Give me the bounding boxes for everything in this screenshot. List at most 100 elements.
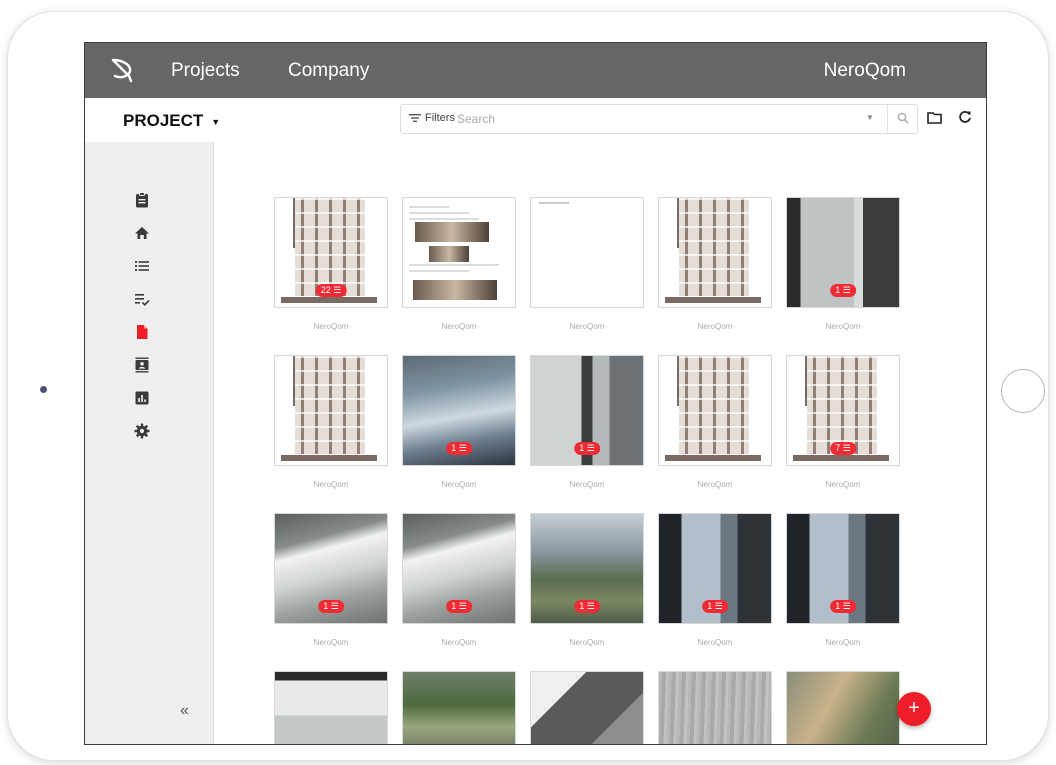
annotation-count-badge: 1 ☰ bbox=[318, 600, 344, 613]
filters-label: Filters bbox=[425, 112, 455, 124]
list-icon: ☰ bbox=[328, 601, 339, 611]
file-card-label: NeroQom bbox=[569, 322, 605, 331]
user-menu[interactable]: NeroQom bbox=[824, 60, 906, 82]
file-card-label: NeroQom bbox=[569, 480, 605, 489]
nav-projects[interactable]: Projects bbox=[171, 60, 240, 82]
file-card[interactable]: 1 ☰ NeroQom bbox=[658, 513, 772, 647]
folder-icon[interactable] bbox=[927, 111, 942, 124]
file-card[interactable]: 1 ☰ NeroQom bbox=[786, 513, 900, 647]
drawing-element bbox=[679, 198, 749, 296]
filter-icon bbox=[409, 114, 421, 122]
doc-photo bbox=[429, 246, 469, 262]
file-card[interactable] bbox=[658, 671, 772, 744]
file-card[interactable]: 1 ☰ NeroQom bbox=[530, 513, 644, 647]
drawing-element bbox=[679, 356, 749, 454]
annotation-count-badge: 22 ☰ bbox=[315, 284, 347, 297]
top-navigation-bar: Projects Company NeroQom bbox=[85, 43, 986, 98]
file-thumbnail bbox=[530, 671, 644, 744]
search-dropdown-caret-icon[interactable]: ▼ bbox=[866, 113, 874, 122]
search-divider bbox=[887, 105, 888, 133]
file-card[interactable]: 1 ☰ NeroQom bbox=[530, 355, 644, 489]
file-thumbnail bbox=[530, 197, 644, 308]
file-card[interactable]: 7 ☰ NeroQom bbox=[786, 355, 900, 489]
file-card-label: NeroQom bbox=[697, 638, 733, 647]
gear-icon[interactable] bbox=[134, 423, 150, 439]
file-grid: 1 ☰ NeroQom 1 ☰ NeroQom 1 ☰ NeroQom 1 ☰ NeroQom… bbox=[214, 142, 986, 744]
file-thumbnail: 7 ☰ bbox=[786, 355, 900, 466]
file-card[interactable]: 22 ☰ NeroQom bbox=[274, 197, 388, 331]
file-thumbnail bbox=[274, 671, 388, 744]
project-dropdown[interactable]: PROJECT ▼ bbox=[123, 111, 220, 131]
file-card-label: NeroQom bbox=[825, 638, 861, 647]
file-card-label: NeroQom bbox=[441, 322, 477, 331]
file-thumbnail bbox=[274, 355, 388, 466]
file-card-label: NeroQom bbox=[313, 638, 349, 647]
list-icon[interactable] bbox=[134, 258, 150, 274]
caret-down-icon: ▼ bbox=[211, 116, 221, 127]
list-icon: ☰ bbox=[840, 601, 851, 611]
file-card[interactable]: 1 ☰ NeroQom bbox=[274, 513, 388, 647]
search-bar: Filters ▼ bbox=[400, 104, 918, 134]
file-thumbnail: 1 ☰ bbox=[530, 355, 644, 466]
list-icon: ☰ bbox=[456, 443, 467, 453]
file-thumbnail: 1 ☰ bbox=[530, 513, 644, 624]
file-thumbnail: 1 ☰ bbox=[402, 513, 516, 624]
file-thumbnail bbox=[402, 197, 516, 308]
project-dropdown-label: PROJECT bbox=[123, 111, 204, 130]
file-card-label: NeroQom bbox=[313, 322, 349, 331]
drawing-element bbox=[665, 297, 761, 303]
sidebar: « bbox=[85, 142, 214, 744]
annotation-count-badge: 1 ☰ bbox=[446, 600, 472, 613]
add-button[interactable]: + bbox=[897, 692, 931, 726]
file-card-label: NeroQom bbox=[825, 480, 861, 489]
list-icon: ☰ bbox=[456, 601, 467, 611]
camera-dot bbox=[40, 386, 47, 393]
contact-card-icon[interactable] bbox=[134, 357, 150, 373]
file-card[interactable]: 1 ☰ NeroQom bbox=[402, 513, 516, 647]
drawing-element bbox=[281, 297, 377, 303]
doc-photo bbox=[413, 280, 497, 300]
file-card[interactable]: NeroQom bbox=[274, 355, 388, 489]
file-thumbnail bbox=[658, 197, 772, 308]
filters-button[interactable]: Filters bbox=[409, 112, 455, 124]
file-card[interactable] bbox=[274, 671, 388, 744]
annotation-count-badge: 7 ☰ bbox=[830, 442, 856, 455]
home-button[interactable] bbox=[1001, 369, 1045, 413]
annotation-count-badge: 1 ☰ bbox=[702, 600, 728, 613]
document-icon[interactable] bbox=[134, 324, 150, 340]
refresh-icon[interactable] bbox=[958, 110, 972, 124]
annotation-count-badge: 1 ☰ bbox=[830, 600, 856, 613]
drawing-element bbox=[807, 356, 877, 454]
doc-line bbox=[409, 206, 449, 208]
file-card[interactable]: NeroQom bbox=[658, 197, 772, 331]
chart-icon[interactable] bbox=[134, 390, 150, 406]
file-thumbnail: 1 ☰ bbox=[658, 513, 772, 624]
annotation-count-badge: 1 ☰ bbox=[574, 600, 600, 613]
app-logo-icon[interactable] bbox=[109, 57, 135, 83]
file-card[interactable] bbox=[530, 671, 644, 744]
file-card-label: NeroQom bbox=[441, 480, 477, 489]
file-thumbnail bbox=[658, 671, 772, 744]
collapse-sidebar-button[interactable]: « bbox=[180, 702, 189, 720]
search-input[interactable] bbox=[457, 110, 847, 128]
file-card[interactable]: NeroQom bbox=[402, 197, 516, 331]
file-thumbnail bbox=[658, 355, 772, 466]
list-icon: ☰ bbox=[840, 443, 851, 453]
file-thumbnail: 22 ☰ bbox=[274, 197, 388, 308]
file-thumbnail: 1 ☰ bbox=[786, 513, 900, 624]
clipboard-icon[interactable] bbox=[134, 192, 150, 208]
file-card[interactable]: 1 ☰ NeroQom bbox=[786, 197, 900, 331]
file-card[interactable]: 1 ☰ NeroQom bbox=[402, 355, 516, 489]
search-icon[interactable] bbox=[897, 112, 909, 124]
file-card[interactable] bbox=[402, 671, 516, 744]
checklist-icon[interactable] bbox=[134, 291, 150, 307]
file-card[interactable]: NeroQom bbox=[530, 197, 644, 331]
file-thumbnail: 1 ☰ bbox=[402, 355, 516, 466]
file-card[interactable] bbox=[786, 671, 900, 744]
badge-count: 22 bbox=[320, 285, 331, 295]
file-card-label: NeroQom bbox=[569, 638, 605, 647]
file-card[interactable]: NeroQom bbox=[658, 355, 772, 489]
list-icon: ☰ bbox=[584, 443, 595, 453]
nav-company[interactable]: Company bbox=[288, 60, 369, 82]
home-icon[interactable] bbox=[134, 225, 150, 241]
